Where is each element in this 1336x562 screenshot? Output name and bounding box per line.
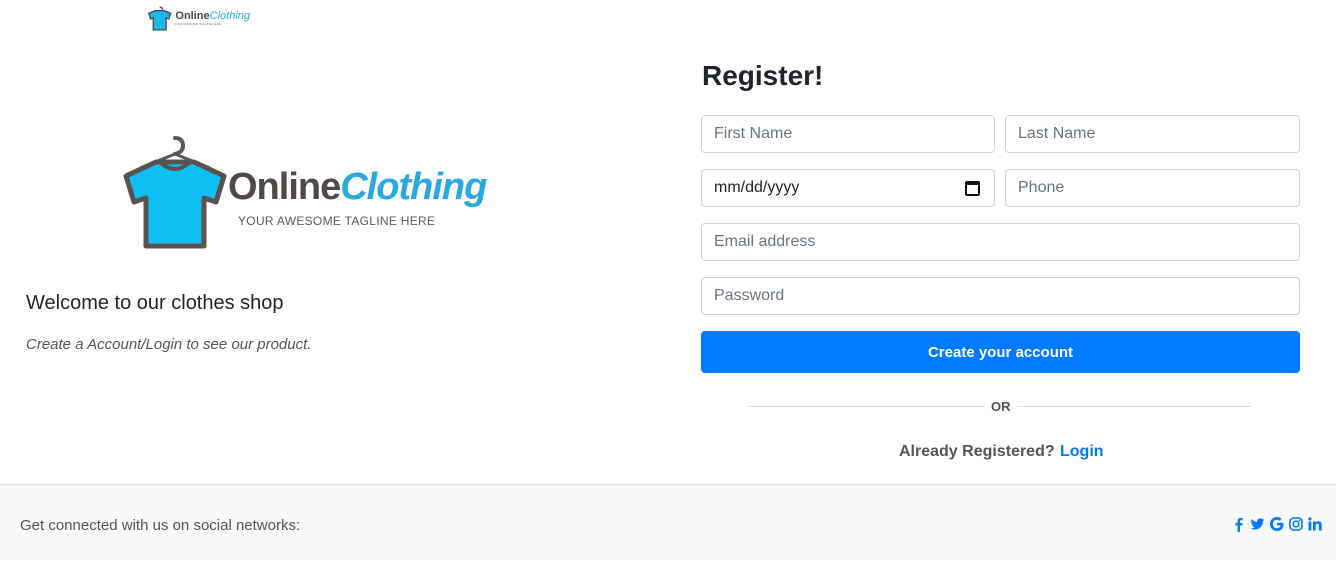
password-field[interactable] xyxy=(701,277,1300,315)
login-link[interactable]: Login xyxy=(1060,443,1104,461)
brand-name-part1: Online xyxy=(228,166,341,208)
first-name-input[interactable] xyxy=(714,125,982,143)
header-brand-part2: Clothing xyxy=(209,10,250,22)
brand-logo: OnlineClothing YOUR AWESOME TAGLINE HERE xyxy=(70,114,500,264)
brand-tagline: YOUR AWESOME TAGLINE HERE xyxy=(238,214,436,228)
password-input[interactable] xyxy=(714,287,1287,305)
register-page: OnlineClothing YOUR AWESOME TAGLINE HERE… xyxy=(0,0,1336,562)
welcome-heading: Welcome to our clothes shop xyxy=(26,292,284,314)
header-brand-part1: Online xyxy=(175,10,210,22)
phone-input[interactable] xyxy=(1018,179,1287,197)
twitter-icon[interactable] xyxy=(1250,515,1265,533)
phone-field[interactable] xyxy=(1005,169,1300,207)
birth-date-field[interactable]: mm/dd/yyyy xyxy=(701,169,995,207)
first-name-field[interactable] xyxy=(701,115,995,153)
header-brand: OnlineClothing xyxy=(175,10,250,22)
facebook-icon[interactable] xyxy=(1231,515,1246,533)
welcome-section: OnlineClothing YOUR AWESOME TAGLINE HERE… xyxy=(0,44,670,484)
brand-name-part2: Clothing xyxy=(340,166,487,208)
divider-left xyxy=(749,406,984,407)
footer: Get connected with us on social networks… xyxy=(0,484,1336,560)
or-divider-text: OR xyxy=(991,399,1011,414)
form-title: Register! xyxy=(702,60,824,91)
footer-social-text: Get connected with us on social networks… xyxy=(20,517,301,534)
shirt-logo-icon xyxy=(147,6,172,31)
instagram-icon[interactable] xyxy=(1288,515,1303,533)
calendar-icon[interactable] xyxy=(965,181,980,196)
welcome-subtitle: Create a Account/Login to see our produc… xyxy=(26,336,312,353)
divider-right xyxy=(1017,406,1252,407)
already-registered-text: Already Registered? xyxy=(899,443,1055,460)
last-name-input[interactable] xyxy=(1018,125,1287,143)
google-icon[interactable] xyxy=(1269,515,1284,533)
header-tagline: YOUR AWESOME TAGLINE HERE xyxy=(173,22,221,26)
social-links xyxy=(1231,515,1322,533)
email-input[interactable] xyxy=(714,233,1287,251)
header-logo[interactable]: OnlineClothing YOUR AWESOME TAGLINE HERE xyxy=(146,3,250,33)
date-value: mm/dd/yyyy xyxy=(714,179,800,196)
shirt-hanger-icon xyxy=(123,136,227,249)
create-account-button[interactable]: Create your account xyxy=(701,331,1300,373)
brand-name: OnlineClothing xyxy=(228,166,487,209)
last-name-field[interactable] xyxy=(1005,115,1300,153)
linkedin-icon[interactable] xyxy=(1307,515,1322,533)
email-field[interactable] xyxy=(701,223,1300,261)
